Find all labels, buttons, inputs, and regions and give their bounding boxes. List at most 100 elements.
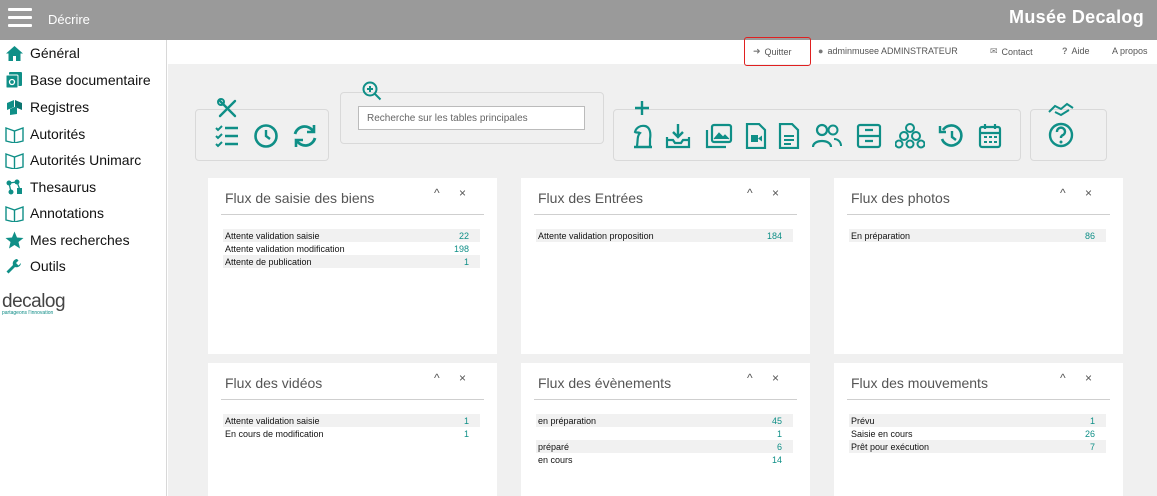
list-item[interactable]: Attente validation saisie 1: [223, 414, 480, 427]
users-icon[interactable]: [812, 123, 842, 149]
panel-title: Flux des photos: [851, 190, 950, 206]
sidebar-item-label: Thesaurus: [30, 179, 97, 195]
refresh-icon[interactable]: [291, 122, 319, 150]
documents-icon: [4, 71, 24, 89]
close-icon[interactable]: ×: [459, 186, 466, 200]
history-clock-icon[interactable]: [253, 123, 279, 149]
sidebar-item-label: Registres: [30, 99, 90, 115]
collapse-icon[interactable]: ^: [1060, 371, 1066, 385]
panel-rows: Attente validation saisie 1 En cours de m…: [223, 414, 480, 440]
list-item[interactable]: En cours de modification 1: [223, 427, 480, 440]
history-icon[interactable]: [938, 123, 964, 149]
close-icon[interactable]: ×: [459, 371, 466, 385]
user-link[interactable]: ● adminmusee ADMINSTRATEUR: [818, 46, 958, 56]
inbox-download-icon[interactable]: [665, 123, 691, 149]
panel-flux-entrees: Flux des Entrées ^ × Attente validation …: [521, 178, 810, 354]
hamburger-menu-icon[interactable]: [8, 8, 32, 28]
sidebar-item-autorites-unimarc[interactable]: Autorités Unimarc: [4, 149, 141, 171]
contact-link[interactable]: ✉ Contact: [990, 46, 1033, 57]
sidebar-item-thesaurus[interactable]: Thesaurus: [4, 176, 96, 198]
sidebar-item-label: Outils: [30, 258, 66, 274]
sidebar-item-general[interactable]: Général: [4, 42, 80, 64]
main-content: ➜ Quitter ● adminmusee ADMINSTRATEUR ✉ C…: [168, 37, 1157, 496]
collapse-icon[interactable]: ^: [747, 371, 753, 385]
panel-rows: Attente validation proposition 184: [536, 229, 793, 242]
collapse-icon[interactable]: ^: [434, 186, 440, 200]
sidebar-item-label: Général: [30, 45, 80, 61]
list-item[interactable]: 1: [536, 427, 793, 440]
divider: [847, 214, 1110, 215]
zoom-in-icon[interactable]: [362, 81, 382, 101]
sidebar-item-label: Autorités: [30, 126, 86, 142]
tools-icon[interactable]: [217, 98, 239, 118]
home-icon: [4, 44, 24, 62]
list-item[interactable]: En préparation 86: [849, 229, 1106, 242]
question-icon: ?: [1062, 46, 1068, 56]
list-item[interactable]: Attente validation saisie 22: [223, 229, 480, 242]
images-icon[interactable]: [705, 123, 733, 149]
collapse-icon[interactable]: ^: [747, 186, 753, 200]
top-bar: Décrire Musée Decalog: [0, 0, 1157, 40]
menu-title[interactable]: Décrire: [48, 12, 90, 27]
panel-title: Flux de saisie des biens: [225, 190, 375, 206]
sidebar-item-label: Annotations: [30, 205, 104, 221]
close-icon[interactable]: ×: [1085, 371, 1092, 385]
list-item[interactable]: en cours 14: [536, 453, 793, 466]
chess-knight-icon[interactable]: [631, 123, 655, 149]
panel-rows: Prévu 1 Saisie en cours 26 Prêt pour exécu…: [849, 414, 1106, 453]
sidebar-item-label: Base documentaire: [30, 72, 151, 88]
sidebar-item-outils[interactable]: Outils: [4, 255, 66, 277]
hierarchy-icon[interactable]: [895, 123, 925, 149]
sidebar-item-mes-recherches[interactable]: Mes recherches: [4, 229, 130, 251]
close-icon[interactable]: ×: [772, 186, 779, 200]
list-item[interactable]: Attente de publication 1: [223, 255, 480, 268]
list-item[interactable]: préparé 6: [536, 440, 793, 453]
brand-name: Musée Decalog: [1009, 7, 1144, 27]
panel-flux-saisie-biens: Flux de saisie des biens ^ × Attente val…: [208, 178, 497, 354]
list-item[interactable]: Prévu 1: [849, 414, 1106, 427]
calendar-icon[interactable]: [978, 123, 1002, 149]
close-icon[interactable]: ×: [772, 371, 779, 385]
collapse-icon[interactable]: ^: [434, 371, 440, 385]
book-icon: [4, 151, 24, 169]
close-icon[interactable]: ×: [1085, 186, 1092, 200]
quit-link[interactable]: ➜ Quitter: [753, 46, 792, 57]
search-input[interactable]: [358, 106, 585, 130]
sidebar-item-registres[interactable]: Registres: [4, 96, 89, 118]
sidebar-item-annotations[interactable]: Annotations: [4, 202, 104, 224]
list-item[interactable]: Attente validation proposition 184: [536, 229, 793, 242]
user-circle-icon: ●: [818, 46, 824, 56]
document-icon[interactable]: [778, 123, 800, 149]
list-item[interactable]: Attente validation modification 198: [223, 242, 480, 255]
decalog-logo: decalog partageons l'innovation: [2, 291, 66, 316]
handshake-icon[interactable]: [1047, 100, 1075, 118]
top-navigation: ➜ Quitter ● adminmusee ADMINSTRATEUR ✉ C…: [168, 37, 1157, 66]
panel-flux-photos: Flux des photos ^ × En préparation 86: [834, 178, 1123, 354]
sidebar-item-autorites[interactable]: Autorités: [4, 123, 85, 145]
thesaurus-icon: [4, 178, 24, 196]
help-link[interactable]: ? Aide: [1062, 46, 1090, 56]
boxes-icon: [4, 98, 24, 116]
sidebar: Général Base documentaire Registres Auto…: [0, 40, 167, 496]
star-icon: [4, 231, 24, 249]
video-file-icon[interactable]: [745, 123, 767, 149]
panel-rows: En préparation 86: [849, 229, 1106, 242]
panel-title: Flux des Entrées: [538, 190, 644, 206]
checklist-icon[interactable]: [214, 123, 240, 149]
archive-icon[interactable]: [856, 123, 882, 149]
help-circle-icon[interactable]: [1048, 122, 1074, 148]
about-link[interactable]: A propos: [1112, 46, 1148, 56]
panel-flux-videos: Flux des vidéos ^ × Attente validation s…: [208, 363, 497, 496]
list-item[interactable]: Prêt pour exécution 7: [849, 440, 1106, 453]
list-item[interactable]: en préparation 45: [536, 414, 793, 427]
panel-title: Flux des vidéos: [225, 375, 323, 391]
wrench-icon: [4, 257, 24, 275]
divider: [534, 399, 797, 400]
sidebar-item-base-documentaire[interactable]: Base documentaire: [4, 69, 151, 91]
divider: [847, 399, 1110, 400]
sidebar-item-label: Mes recherches: [30, 232, 130, 248]
add-icon[interactable]: [634, 100, 650, 116]
list-item[interactable]: Saisie en cours 26: [849, 427, 1106, 440]
collapse-icon[interactable]: ^: [1060, 186, 1066, 200]
divider: [221, 214, 484, 215]
